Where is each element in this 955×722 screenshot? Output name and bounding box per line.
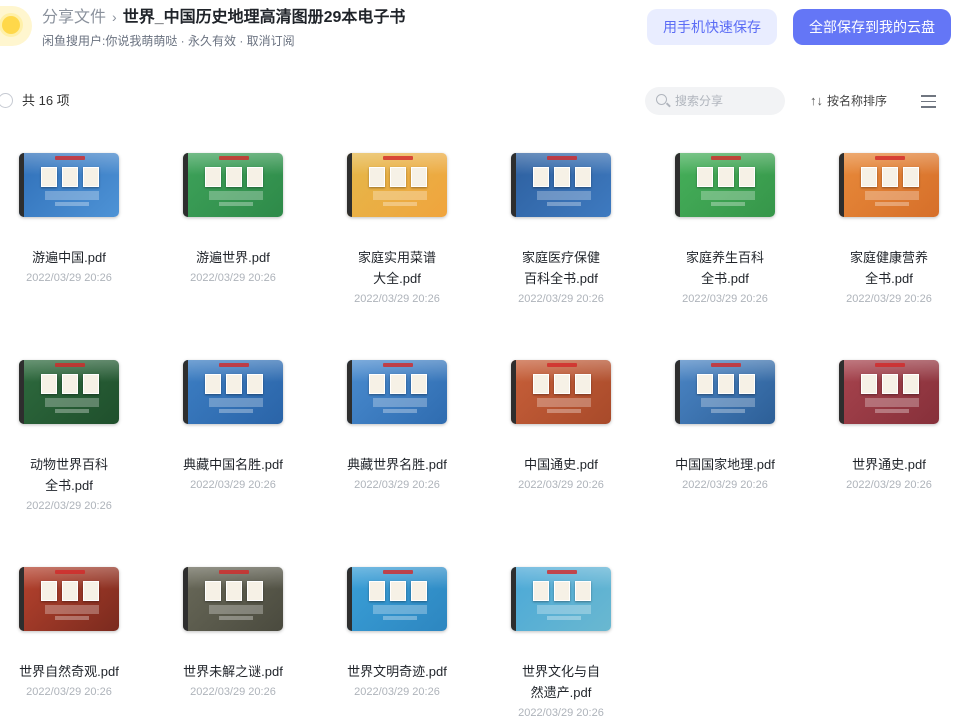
file-date: 2022/03/29 20:26 [518, 707, 604, 719]
file-date: 2022/03/29 20:26 [518, 479, 604, 491]
file-name[interactable]: 世界未解之谜.pdf [168, 661, 298, 682]
file-thumbnail[interactable] [511, 360, 611, 424]
select-all[interactable]: 共 16 项 [0, 92, 70, 110]
file-date: 2022/03/29 20:26 [846, 479, 932, 491]
breadcrumb: 分享文件 › 世界_中国历史地理高清图册29本电子书 [42, 6, 405, 28]
sort-button[interactable]: ↑↓ 按名称排序 [810, 92, 887, 110]
file-date: 2022/03/29 20:26 [354, 686, 440, 698]
save-all-button[interactable]: 全部保存到我的云盘 [793, 9, 951, 45]
breadcrumb-root-link[interactable]: 分享文件 [42, 9, 106, 26]
file-name[interactable]: 世界文明奇迹.pdf [332, 661, 462, 682]
file-thumbnail[interactable] [19, 153, 119, 217]
file-name[interactable]: 动物世界百科 全书.pdf [4, 454, 134, 496]
file-name[interactable]: 中国国家地理.pdf [660, 454, 790, 475]
search-input[interactable]: 搜索分享 [645, 87, 785, 115]
file-name[interactable]: 中国通史.pdf [496, 454, 626, 475]
phone-save-button[interactable]: 用手机快速保存 [647, 9, 777, 45]
file-thumbnail[interactable] [839, 360, 939, 424]
search-icon [656, 94, 667, 105]
share-info: 闲鱼搜用户:你说我萌萌哒 · 永久有效 · 取消订阅 [42, 34, 295, 48]
file-name[interactable]: 典藏世界名胜.pdf [332, 454, 462, 475]
avatar [0, 6, 32, 46]
file-thumbnail[interactable] [839, 153, 939, 217]
file-thumbnail[interactable] [19, 567, 119, 631]
file-thumbnail[interactable] [183, 360, 283, 424]
file-date: 2022/03/29 20:26 [190, 686, 276, 698]
file-name[interactable]: 游遍中国.pdf [4, 247, 134, 268]
file-thumbnail[interactable] [511, 567, 611, 631]
file-name[interactable]: 家庭实用菜谱 大全.pdf [332, 247, 462, 289]
file-thumbnail[interactable] [347, 153, 447, 217]
file-date: 2022/03/29 20:26 [354, 293, 440, 305]
file-name[interactable]: 家庭养生百科 全书.pdf [660, 247, 790, 289]
menu-icon[interactable] [921, 95, 936, 112]
file-thumbnail[interactable] [19, 360, 119, 424]
file-date: 2022/03/29 20:26 [190, 272, 276, 284]
file-date: 2022/03/29 20:26 [354, 479, 440, 491]
file-date: 2022/03/29 20:26 [26, 686, 112, 698]
search-placeholder: 搜索分享 [675, 94, 724, 108]
file-name[interactable]: 世界自然奇观.pdf [4, 661, 134, 682]
file-thumbnail[interactable] [347, 360, 447, 424]
file-thumbnail[interactable] [183, 567, 283, 631]
file-name[interactable]: 家庭医疗保健 百科全书.pdf [496, 247, 626, 289]
file-name[interactable]: 家庭健康营养 全书.pdf [824, 247, 954, 289]
file-thumbnail[interactable] [675, 153, 775, 217]
select-all-radio[interactable] [0, 93, 13, 108]
file-name[interactable]: 游遍世界.pdf [168, 247, 298, 268]
item-count: 共 16 项 [22, 93, 70, 108]
file-date: 2022/03/29 20:26 [846, 293, 932, 305]
file-name[interactable]: 世界文化与自 然遗产.pdf [496, 661, 626, 703]
sort-icon: ↑↓ [810, 93, 823, 108]
sun-icon [2, 16, 20, 34]
file-date: 2022/03/29 20:26 [682, 293, 768, 305]
file-date: 2022/03/29 20:26 [518, 293, 604, 305]
file-date: 2022/03/29 20:26 [26, 500, 112, 512]
file-thumbnail[interactable] [347, 567, 447, 631]
file-name[interactable]: 典藏中国名胜.pdf [168, 454, 298, 475]
file-date: 2022/03/29 20:26 [26, 272, 112, 284]
file-name[interactable]: 世界通史.pdf [824, 454, 954, 475]
chevron-right-icon: › [112, 9, 117, 25]
page-title: 世界_中国历史地理高清图册29本电子书 [122, 9, 406, 26]
sort-label: 按名称排序 [827, 94, 888, 108]
file-date: 2022/03/29 20:26 [682, 479, 768, 491]
file-thumbnail[interactable] [675, 360, 775, 424]
file-thumbnail[interactable] [511, 153, 611, 217]
file-thumbnail[interactable] [183, 153, 283, 217]
file-date: 2022/03/29 20:26 [190, 479, 276, 491]
